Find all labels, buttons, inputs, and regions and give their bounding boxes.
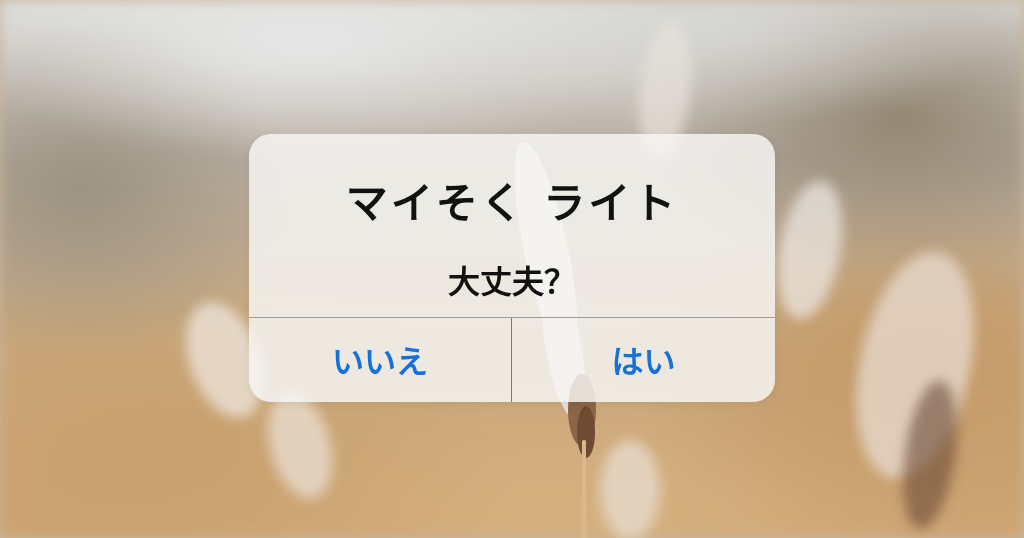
grass-stem: [582, 440, 586, 538]
screen: マイそく ライト 大丈夫？ いいえ はい: [0, 0, 1024, 538]
background-grass-blur: [600, 440, 660, 538]
no-button[interactable]: いいえ: [249, 318, 511, 402]
yes-button[interactable]: はい: [512, 318, 775, 402]
alert-dialog: マイそく ライト 大丈夫？ いいえ はい: [249, 134, 775, 402]
dialog-message: 大丈夫？: [447, 263, 576, 301]
dialog-title: マイそく ライト: [345, 179, 679, 228]
